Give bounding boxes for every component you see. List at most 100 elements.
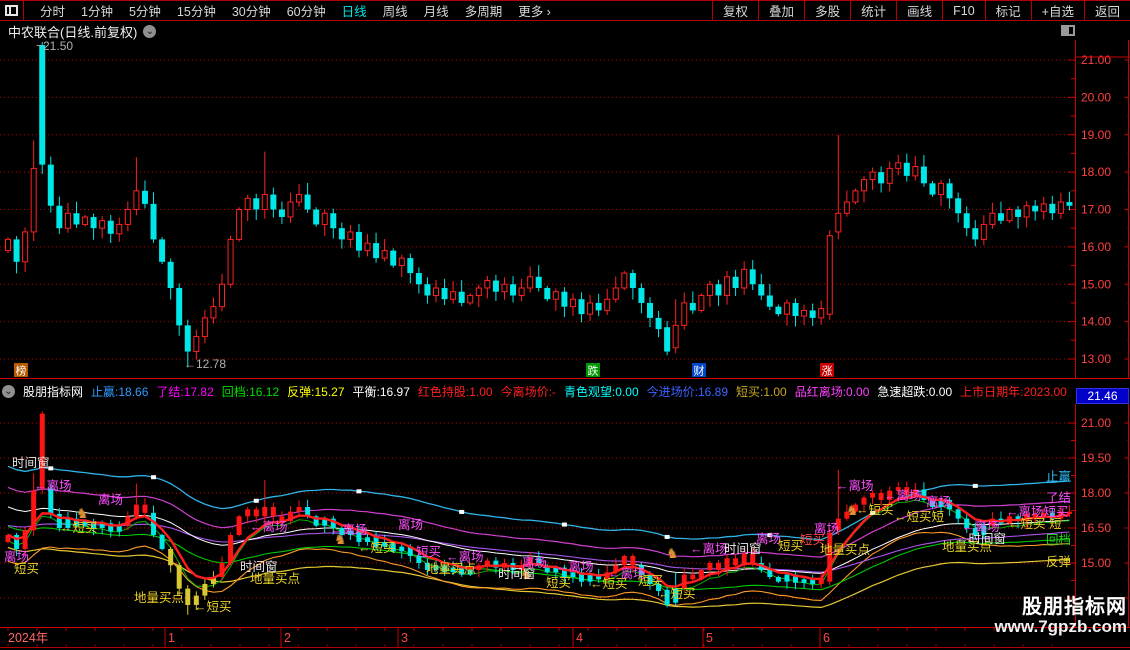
indicator-field: 今进场价:16.89 [646,385,729,399]
menu-item-多周期[interactable]: 多周期 [457,1,511,20]
top-menu-bar: 分时 1分钟 5分钟 15分钟 30分钟 60分钟 日线 周线 月线 多周期 更多 › 复权 叠加 多股… [0,0,1130,21]
window-layout-icon[interactable] [0,1,24,20]
menu-item-5分钟[interactable]: 5分钟 [121,1,169,20]
signal-annotation: ←离场 [690,541,728,556]
menu-item-复权[interactable]: 复权 [712,1,758,20]
menu-item-更多 ›[interactable]: 更多 › [510,1,559,20]
time-axis[interactable]: 2024年 1 2 3 4 5 6 [0,627,1130,648]
signal-annotation: ←离场 [250,519,288,534]
menu-item-+自选[interactable]: +自选 [1030,1,1084,20]
signal-annotation: ←离场 [34,478,72,493]
signal-annotation: 离场 [814,521,839,536]
signal-annotation: ←短买 [194,600,232,614]
svg-text:17.00: 17.00 [1081,203,1111,217]
svg-text:18.00: 18.00 [1081,165,1111,179]
month-label: 5 [706,631,713,645]
signal-annotation: 短买 [638,574,663,588]
menu-item-周线[interactable]: 周线 [375,1,416,20]
menu-item-叠加[interactable]: 叠加 [758,1,804,20]
indicator-fields: 止赢:18.66 了结:17.82 回档:16.12 反弹:15.27 平衡:16.97… [91,383,1067,400]
indicator-header: ⌄ 股朋指标网 止赢:18.66 了结:17.82 回档:16.12 反弹:15.27… [2,381,1074,402]
signal-annotation: ←短买 [60,521,98,535]
menu-item-标记[interactable]: 标记 [984,1,1031,20]
month-label: 2 [284,631,291,645]
band-label: ←离场短买 [1006,504,1069,519]
tools-menu: 复权 叠加 多股 统计 画线 F10 标记 +自选 返回 [712,1,1130,20]
signal-annotation: ←短买 [658,587,696,601]
month-label: 4 [576,631,583,645]
signal-annotation: ←离场 [884,488,922,503]
chart-title-row: 中农联合(日线.前复权) ⌄ [8,23,157,40]
chevron-down-icon[interactable]: ⌄ [143,24,157,38]
menu-item-返回[interactable]: 返回 [1083,1,1130,20]
hotlist-marker: 涨 [822,365,833,378]
rider-buy-icon: ♞ [76,505,89,521]
indicator-field: 青色观望:0.00 [563,385,639,399]
menu-item-多股[interactable]: 多股 [804,1,850,20]
svg-text:21.00: 21.00 [1081,416,1111,430]
svg-text:19.50: 19.50 [1081,451,1111,465]
signal-annotation: 离场 [522,555,547,570]
svg-text:18.00: 18.00 [1081,486,1111,500]
indicator-band-panel[interactable]: 21.0019.5018.0016.5015.00♞♞♞♞♞时间窗←离场离场←短… [0,404,1130,627]
svg-text:19.00: 19.00 [1081,128,1111,142]
band-label: 了结 [1046,491,1071,505]
signal-annotation: ←时间窗 [956,532,1006,546]
indicator-field: 品红离场:0.00 [794,385,870,399]
svg-text:15.00: 15.00 [1081,556,1111,570]
indicator-field: 止赢:18.66 [91,385,149,399]
menu-item-日线[interactable]: 日线 [334,1,375,20]
trading-app-window: 分时 1分钟 5分钟 15分钟 30分钟 60分钟 日线 周线 月线 多周期 更多 › 复权 叠加 多股… [0,0,1130,650]
signal-annotation: ←离场 [330,522,368,537]
signal-annotation: 离场 [98,492,123,507]
svg-text:15.00: 15.00 [1081,277,1111,291]
band-label: 止赢 [1046,469,1072,484]
signal-annotation: 离场 [926,494,951,509]
menu-item-分时[interactable]: 分时 [32,1,73,20]
menu-item-月线[interactable]: 月线 [416,1,457,20]
indicator-field: 回档:16.12 [221,385,280,399]
low-price-annotation: ←12.78 [184,357,226,371]
signal-annotation: 地量买点 [426,562,476,576]
menu-item-F10[interactable]: F10 [942,1,985,20]
indicator-field: 平衡:16.97 [352,385,410,399]
menu-item-30分钟[interactable]: 30分钟 [224,1,279,20]
signal-annotation: ←短买 [358,541,396,555]
pane-layout-icon[interactable] [1061,25,1075,36]
menu-item-统计[interactable]: 统计 [850,1,896,20]
hotlist-marker: 榜 [16,364,27,378]
indicator-source: 股朋指标网 [23,385,84,399]
menu-item-60分钟[interactable]: 60分钟 [279,1,334,20]
indicator-field: 短买:1.00 [736,385,787,399]
menu-item-1分钟[interactable]: 1分钟 [73,1,121,20]
band-label: 回档 [1046,533,1071,547]
menu-item-画线[interactable]: 画线 [896,1,942,20]
chart-title: 中农联合(日线.前复权) [8,24,138,40]
signal-annotation: 地量买点 [250,572,300,586]
signal-annotation: 离场 [398,517,423,532]
indicator-field: 急速超跌:0.00 [877,385,953,399]
signal-annotation: ←离场 [556,559,594,574]
indicator-chevron-icon[interactable]: ⌄ [2,385,15,398]
signal-annotation: ←短买 [856,503,894,517]
menu-item-15分钟[interactable]: 15分钟 [169,1,224,20]
svg-text:16.50: 16.50 [1081,521,1111,535]
svg-text:21.00: 21.00 [1081,53,1111,67]
month-label: 6 [823,631,830,645]
hotlist-marker: 跌 [588,364,599,378]
signal-annotation: 短买 [416,545,441,559]
signal-annotation: ←离场 [836,478,874,493]
high-price-annotation: ~21.50 [36,40,73,53]
signal-annotation: 地量买点 [134,591,184,605]
main-candlestick-chart[interactable]: 21.00 20.00 19.00 18.00 17.00 16.00 15.00 14.00… [0,40,1130,379]
signal-annotation: 地量买点 [820,543,870,557]
indicator-field: 反弹:15.27 [287,385,345,399]
rider-buy-icon: ♞ [666,545,679,561]
indicator-field: 今离场价:- [500,385,556,399]
period-menu: 分时 1分钟 5分钟 15分钟 30分钟 60分钟 日线 周线 月线 多周期 更多 › [24,1,559,20]
signal-annotation: 时间窗 [12,456,50,470]
signal-annotation: ←短买短 [894,510,944,524]
hotlist-marker: 财 [694,364,705,378]
indicator-field: 上市日期年:2023.00 [960,385,1067,399]
month-label: 1 [168,631,175,645]
